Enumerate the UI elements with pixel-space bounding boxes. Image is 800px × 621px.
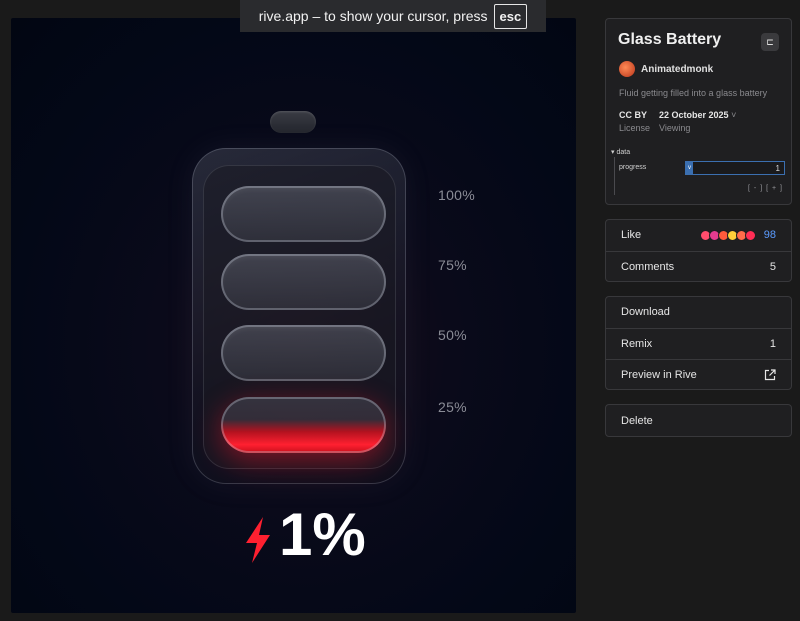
description: Fluid getting filled into a glass batter… bbox=[619, 88, 768, 98]
date-value: 22 October 2025 bbox=[659, 110, 729, 120]
toast-text: rive.app – to show your cursor, press bbox=[258, 8, 488, 24]
decrement-button[interactable]: [ - ] bbox=[748, 185, 763, 192]
delete-button[interactable]: Delete bbox=[606, 406, 791, 436]
lightning-icon bbox=[246, 517, 270, 563]
comments-label: Comments bbox=[621, 260, 675, 273]
delete-card: Delete bbox=[605, 404, 792, 437]
like-label: Like bbox=[621, 229, 642, 241]
battery-cell-75 bbox=[221, 254, 386, 310]
avatar bbox=[619, 61, 635, 77]
delete-label: Delete bbox=[621, 415, 653, 427]
download-label: Download bbox=[621, 306, 670, 318]
battery-cell-25 bbox=[221, 397, 386, 453]
battery-cell-100 bbox=[221, 186, 386, 242]
remix-label: Remix bbox=[621, 337, 653, 350]
comments-count: 5 bbox=[769, 260, 776, 273]
level-label-50: 50% bbox=[438, 327, 467, 343]
preview-in-rive-button[interactable]: Preview in Rive bbox=[606, 359, 791, 389]
preview-in-rive-label: Preview in Rive bbox=[621, 368, 697, 381]
heart-icon bbox=[744, 229, 756, 241]
external-link-icon bbox=[764, 368, 776, 380]
comments-row[interactable]: Comments 5 bbox=[606, 251, 791, 281]
progress-input[interactable]: v 1 bbox=[685, 161, 785, 175]
increment-button[interactable]: [ + ] bbox=[766, 185, 783, 192]
author-name: Animatedmonk bbox=[641, 63, 714, 75]
license-meta: CC BY License bbox=[619, 110, 650, 133]
preview-canvas[interactable]: 100% 75% 50% 25% 1% bbox=[11, 18, 576, 613]
chevron-down-icon: ˅ bbox=[731, 110, 737, 120]
battery-cap bbox=[270, 111, 316, 133]
license-label: License bbox=[619, 123, 651, 133]
like-row[interactable]: Like 98 bbox=[606, 220, 791, 250]
remix-count: 1 bbox=[769, 337, 776, 350]
date-label: Viewing bbox=[659, 123, 691, 133]
data-tree-line bbox=[614, 157, 615, 195]
reactions: 98 bbox=[699, 229, 776, 241]
remix-button[interactable]: Remix 1 bbox=[606, 328, 791, 358]
progress-tag: v bbox=[686, 162, 693, 174]
progress-steppers: [ - ] [ + ] bbox=[748, 185, 783, 192]
esc-key[interactable]: esc bbox=[493, 3, 528, 29]
level-label-25: 25% bbox=[438, 399, 467, 415]
actions-card: Download Remix 1 Preview in Rive bbox=[605, 296, 792, 390]
data-section-toggle[interactable]: ▾ data bbox=[611, 148, 630, 156]
like-count: 98 bbox=[763, 229, 776, 241]
level-label-75: 75% bbox=[438, 257, 467, 273]
info-card: Glass Battery ⊏ Animatedmonk Fluid getti… bbox=[605, 18, 792, 205]
cursor-toast: rive.app – to show your cursor, press es… bbox=[240, 0, 546, 32]
data-section-label: data bbox=[616, 149, 631, 156]
author[interactable]: Animatedmonk bbox=[619, 61, 713, 77]
bookmark-icon[interactable]: ⊏ bbox=[761, 33, 779, 51]
license-value: CC BY bbox=[619, 110, 648, 120]
date-meta[interactable]: 22 October 2025 ˅ Viewing bbox=[659, 110, 736, 133]
progress-label: progress bbox=[619, 164, 647, 171]
social-card: Like 98 Comments 5 bbox=[605, 219, 792, 282]
download-button[interactable]: Download bbox=[606, 297, 791, 327]
page-title: Glass Battery bbox=[618, 31, 722, 48]
battery-percent: 1% bbox=[279, 501, 366, 568]
progress-value: 1 bbox=[775, 163, 780, 173]
battery-cell-50 bbox=[221, 325, 386, 381]
level-label-100: 100% bbox=[438, 187, 476, 203]
